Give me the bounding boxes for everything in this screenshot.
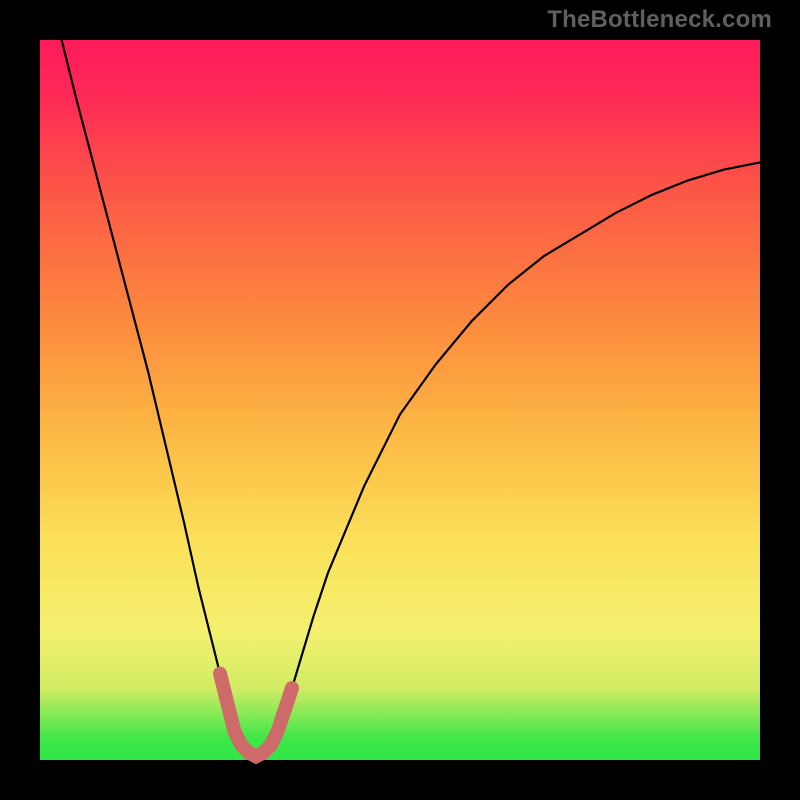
- watermark-text: TheBottleneck.com: [547, 6, 772, 34]
- curve-path: [40, 0, 760, 756]
- chart-frame: TheBottleneck.com: [0, 0, 800, 800]
- curve-highlight: [220, 674, 292, 757]
- bottleneck-curve: [40, 40, 760, 760]
- plot-area: [40, 40, 760, 760]
